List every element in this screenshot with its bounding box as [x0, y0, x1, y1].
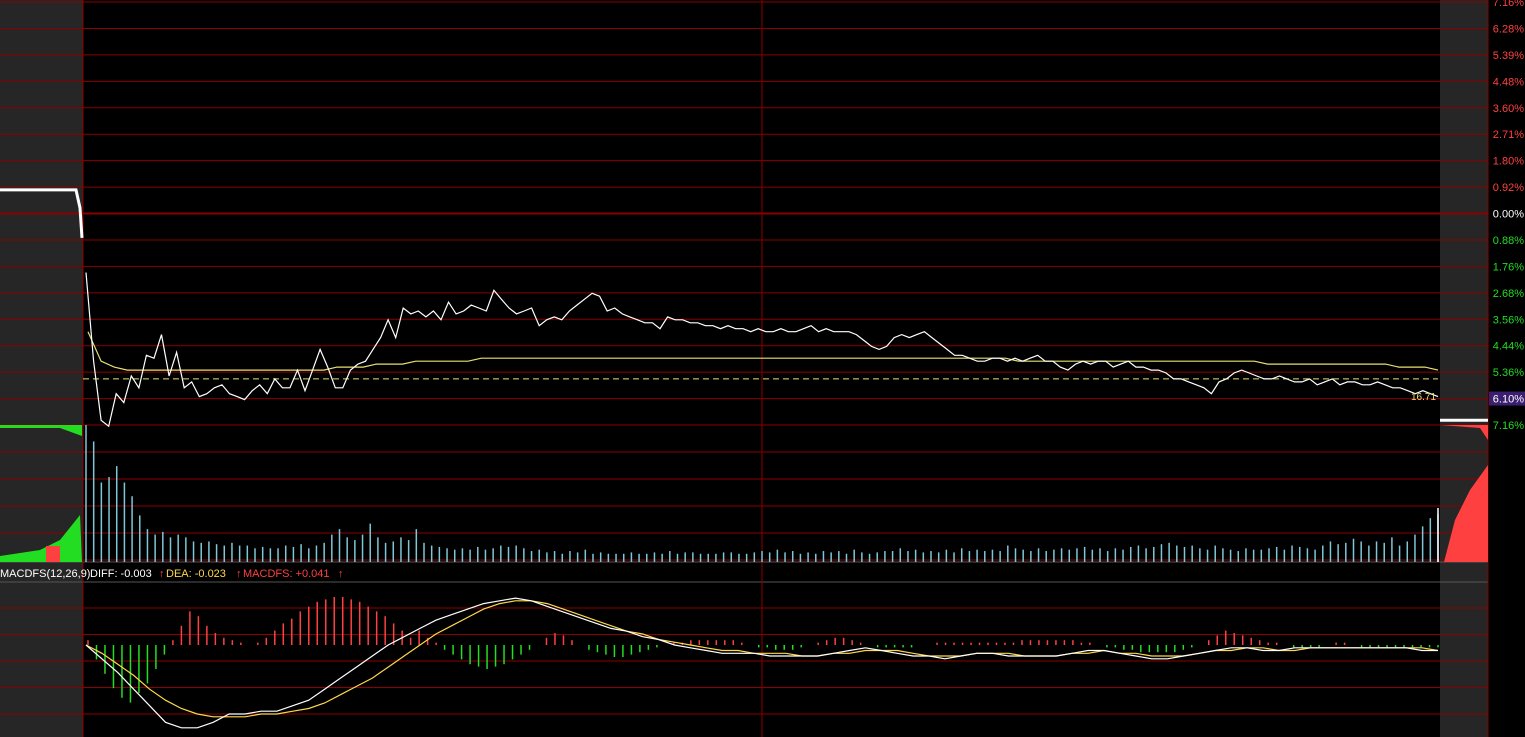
macd-value-label: MACDFS: +0.041: [243, 568, 330, 580]
price-panel[interactable]: [0, 188, 1488, 428]
y-axis-tick-label: 1.80%: [1493, 156, 1524, 168]
grid: [0, 0, 1489, 737]
premarket-volume-fill: [46, 546, 60, 562]
price-axis: 7.16% 6.28% 5.39% 4.48% 3.60% 2.71% 1.80% 0.92%…: [1489, 0, 1525, 432]
y-axis-tick-label: 3.56%: [1493, 314, 1524, 326]
y-axis-tick-label: 2.71%: [1493, 129, 1524, 141]
y-axis-tick-label: 6.28%: [1493, 23, 1524, 35]
arrow-up-icon: ↑: [159, 568, 165, 580]
closing-auction-panel: [1440, 0, 1488, 737]
macd-dea-label: DEA: -0.023: [166, 568, 226, 580]
y-axis-tick-label: 5.36%: [1493, 367, 1524, 379]
macd-legend: MACDFS(12,26,9) DIFF: -0.003 ↑ DEA: -0.0…: [0, 568, 344, 580]
y-axis-tick-label: 0.88%: [1493, 235, 1524, 247]
intraday-chart[interactable]: 7.16% 6.28% 5.39% 4.48% 3.60% 2.71% 1.80% 0.92%…: [0, 0, 1525, 737]
premarket-panel: [0, 0, 83, 737]
y-axis-tick-label: 3.60%: [1493, 103, 1524, 115]
average-price-line: [87, 331, 1439, 371]
arrow-up-icon: ↑: [236, 568, 242, 580]
y-axis-tick-label: 4.48%: [1493, 76, 1524, 88]
arrow-up-icon: ↑: [338, 568, 344, 580]
macd-diff-label: DIFF: -0.003: [90, 568, 152, 580]
y-axis-tick-label: 1.76%: [1493, 261, 1524, 273]
y-axis-tick-label: 0.00%: [1493, 209, 1524, 221]
y-axis-tick-label: 2.68%: [1493, 288, 1524, 300]
y-axis-tick-label: 4.44%: [1493, 341, 1524, 353]
y-axis-tick-label: 5.39%: [1493, 50, 1524, 62]
volume-panel[interactable]: [0, 425, 1488, 562]
macd-indicator-label: MACDFS(12,26,9): [0, 568, 90, 580]
y-axis-tick-label: 7.16%: [1493, 420, 1524, 432]
y-axis-tick-label: 6.10%: [1493, 394, 1524, 406]
y-axis-tick-label: 7.16%: [1493, 0, 1524, 9]
y-axis-tick-label: 0.92%: [1493, 182, 1524, 194]
reference-level-label: 16.71: [1411, 392, 1436, 403]
